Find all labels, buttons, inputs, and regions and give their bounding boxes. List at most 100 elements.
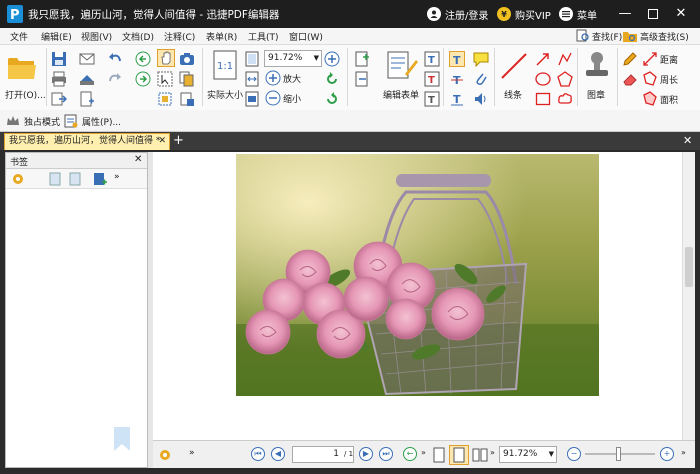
new-doc-icon[interactable]	[79, 91, 95, 107]
undo-icon[interactable]	[107, 51, 123, 67]
status-more-icon[interactable]: »	[189, 448, 195, 458]
line-button[interactable]: 线条	[498, 50, 530, 102]
pencil-icon[interactable]	[622, 51, 638, 67]
back-icon[interactable]	[135, 51, 151, 67]
menu-button[interactable]: 菜单	[559, 5, 597, 23]
settings-gear-icon[interactable]	[157, 447, 173, 463]
cloud-icon[interactable]	[557, 91, 573, 107]
export-icon[interactable]	[51, 91, 67, 107]
bookmark-expand-icon[interactable]	[68, 171, 84, 187]
crop-icon[interactable]	[157, 91, 173, 107]
menu-tools[interactable]: 工具(T)	[248, 30, 279, 43]
forward-icon[interactable]	[135, 71, 151, 87]
hand-tool-icon[interactable]	[157, 49, 175, 67]
select-text-icon[interactable]	[157, 71, 173, 87]
polygon-icon[interactable]	[557, 71, 573, 87]
scrollbar-thumb[interactable]	[685, 247, 693, 287]
ellipse-icon[interactable]	[535, 71, 551, 87]
find-button[interactable]: 查找(F)	[576, 29, 622, 44]
layout-more-icon[interactable]: »	[490, 448, 495, 457]
new-tab-icon[interactable]: +	[173, 133, 187, 149]
document-tab[interactable]: 我只愿我，遍历山河，觉得人间值得 * ✕	[4, 133, 170, 150]
zoom-plus-icon[interactable]	[324, 51, 340, 67]
underline-icon[interactable]: T	[449, 91, 465, 107]
bookmark-options-icon[interactable]	[10, 171, 26, 187]
menu-view[interactable]: 视图(V)	[81, 30, 112, 43]
typewriter-icon[interactable]: T	[449, 51, 465, 67]
textfield-edit-icon[interactable]: T	[424, 71, 440, 87]
extract-page-icon[interactable]	[354, 71, 370, 87]
document-viewer[interactable]	[153, 152, 695, 440]
menu-edit[interactable]: 编辑(E)	[41, 30, 72, 43]
menu-form[interactable]: 表单(R)	[206, 30, 237, 43]
history-dropdown-icon[interactable]: »	[421, 448, 426, 457]
zoom-out-button[interactable]: 缩小	[265, 90, 315, 106]
zoom-in-button[interactable]: 放大	[265, 70, 315, 86]
menu-window[interactable]: 窗口(W)	[289, 30, 323, 43]
panel-close-icon[interactable]: ✕	[134, 154, 142, 165]
perimeter-icon	[643, 71, 657, 86]
minimize-icon[interactable]: —	[614, 4, 636, 24]
bookmark-delete-icon[interactable]	[48, 171, 64, 187]
note-icon[interactable]	[473, 51, 489, 67]
zoom-slider-thumb[interactable]	[616, 447, 621, 461]
fit-page-icon[interactable]	[244, 51, 260, 67]
single-page-icon[interactable]	[433, 447, 445, 463]
bookmark-add-icon[interactable]	[92, 171, 108, 187]
properties-button[interactable]: 属性(P)...	[64, 114, 134, 128]
snapshot-icon[interactable]	[179, 51, 195, 67]
tab-close-icon[interactable]: ✕	[158, 134, 166, 149]
continuous-page-icon[interactable]	[449, 445, 469, 465]
open-button[interactable]: 打开(O)...	[4, 51, 46, 101]
first-page-icon[interactable]: ⏮	[251, 447, 265, 461]
strikeout-icon[interactable]: T	[449, 71, 465, 87]
attachment-icon[interactable]	[473, 71, 489, 87]
menu-comment[interactable]: 注释(C)	[164, 30, 195, 43]
perimeter-button[interactable]: 周长	[642, 71, 684, 87]
more-icon[interactable]: »	[114, 172, 120, 182]
stamp-button[interactable]: 图章	[580, 50, 614, 102]
buy-vip-button[interactable]: ¥ 购买VIP	[497, 5, 551, 23]
sound-icon[interactable]	[473, 91, 489, 107]
vertical-scrollbar[interactable]	[682, 152, 695, 440]
email-icon[interactable]	[79, 51, 95, 67]
polyline-icon[interactable]	[557, 51, 573, 67]
rotate-right-icon[interactable]	[324, 91, 340, 107]
two-page-icon[interactable]	[472, 447, 488, 463]
close-icon[interactable]: ✕	[670, 4, 692, 24]
status-zoom-combo[interactable]: 91.72% ▼	[499, 446, 557, 463]
last-page-icon[interactable]: ⏭	[379, 447, 393, 461]
close-document-icon[interactable]: ✕	[683, 134, 697, 148]
textfield-box-icon[interactable]: T	[424, 91, 440, 107]
redo-icon[interactable]	[107, 71, 123, 87]
textfield-icon[interactable]: T	[424, 51, 440, 67]
area-button[interactable]: 面积	[642, 91, 684, 107]
rectangle-icon[interactable]	[535, 91, 551, 107]
insert-page-icon[interactable]	[354, 51, 370, 67]
eraser-icon[interactable]	[622, 71, 638, 87]
next-page-icon[interactable]: ▶	[359, 447, 373, 461]
rotate-left-icon[interactable]	[324, 71, 340, 87]
zoom-combo[interactable]: 91.72% ▼	[264, 50, 322, 67]
zoom-more-icon[interactable]: »	[681, 448, 686, 457]
print-icon[interactable]	[51, 71, 67, 87]
arrow-icon[interactable]	[535, 51, 551, 67]
menu-document[interactable]: 文档(D)	[122, 30, 154, 43]
menu-file[interactable]: 文件	[10, 30, 28, 43]
prev-page-icon[interactable]: ◀	[271, 447, 285, 461]
copy-icon[interactable]	[179, 71, 195, 87]
paste-icon[interactable]	[179, 91, 195, 107]
maximize-icon[interactable]	[642, 4, 664, 24]
advanced-find-button[interactable]: 高级查找(S)	[622, 29, 698, 44]
status-zoom-in-icon[interactable]: +	[660, 447, 674, 461]
edit-form-button[interactable]: 编辑表单	[383, 50, 423, 102]
history-back-icon[interactable]: ←	[403, 447, 417, 461]
exclusive-mode-button[interactable]: 独占模式	[6, 114, 62, 128]
distance-button[interactable]: 距离	[642, 51, 684, 67]
fit-width-icon[interactable]	[244, 71, 260, 87]
scan-icon[interactable]	[79, 71, 95, 87]
login-button[interactable]: 注册/登录	[427, 5, 488, 23]
fit-visible-icon[interactable]	[244, 91, 260, 107]
save-icon[interactable]	[51, 51, 67, 67]
status-zoom-out-icon[interactable]: −	[567, 447, 581, 461]
